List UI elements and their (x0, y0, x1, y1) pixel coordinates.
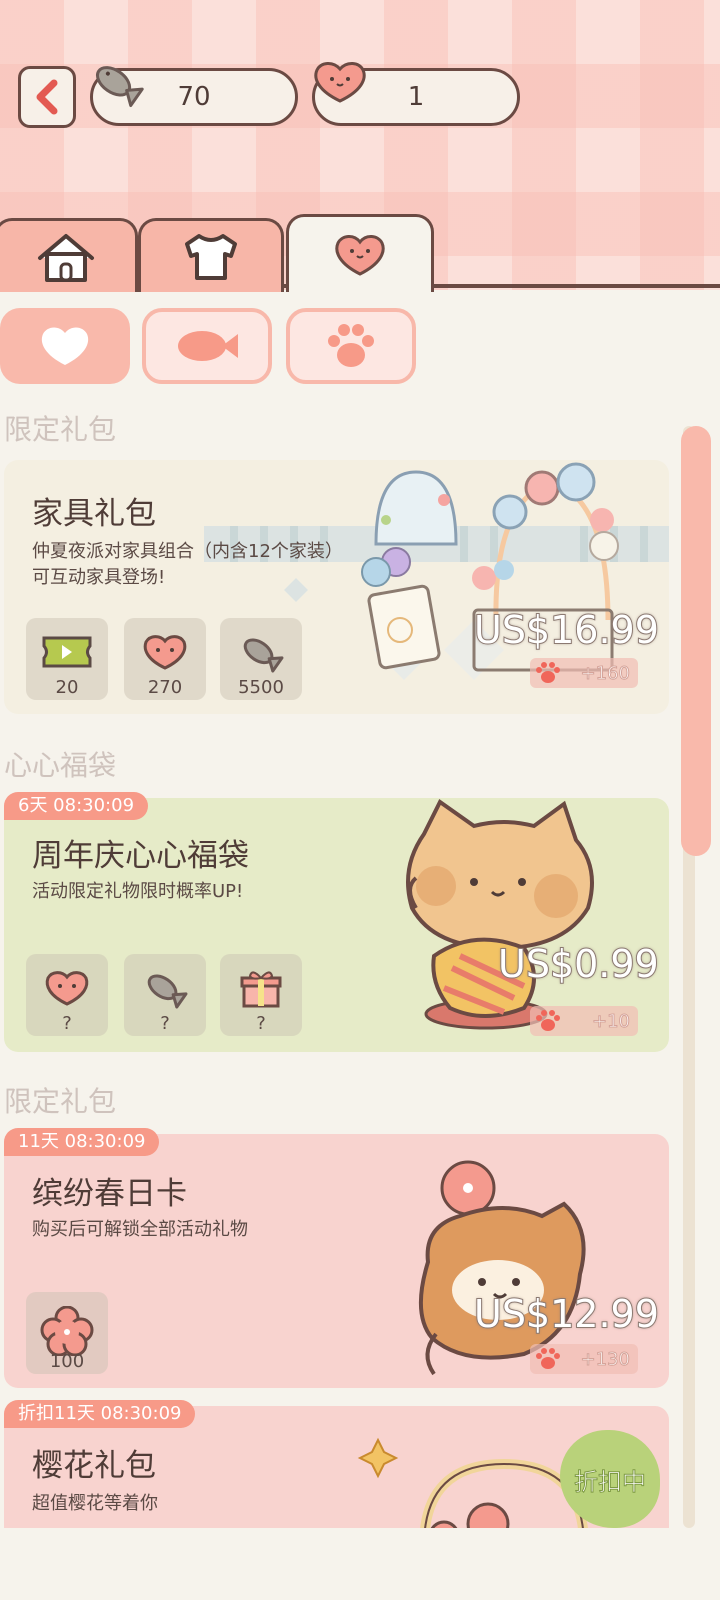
shirt-icon (185, 233, 237, 280)
ticket-icon (42, 636, 92, 668)
card-title: 缤纷春日卡 (32, 1176, 187, 1212)
reward-qty: 20 (55, 677, 79, 698)
reward-hearts: ? (26, 954, 108, 1036)
section-label-heart-bag: 心心福袋 (4, 749, 117, 782)
reward-fish: 5500 (220, 618, 302, 700)
home-icon (38, 233, 94, 282)
reward-fish: ? (124, 954, 206, 1036)
card-desc-line1: 超值樱花等着你 (32, 1493, 158, 1514)
price-label: US$16.99 (473, 607, 660, 653)
furniture-pack-card[interactable]: 家具礼包 仲夏夜派对家具组合（内含12个家装） 可互动家具登场! 20 270 … (4, 460, 669, 714)
bottom-safe-area (0, 1528, 720, 1600)
card-title: 周年庆心心福袋 (32, 838, 249, 874)
tab-clothes[interactable] (138, 218, 284, 292)
reward-qty: ? (256, 1013, 266, 1034)
countdown-timer: 11天 08:30:09 (4, 1128, 160, 1156)
price-label: US$0.99 (497, 941, 660, 987)
card-title: 家具礼包 (32, 496, 156, 532)
reward-qty: ? (62, 1013, 72, 1034)
reward-gift: ? (220, 954, 302, 1036)
fish-icon (96, 66, 144, 108)
filter-hearts[interactable] (0, 308, 130, 384)
bonus-value: +10 (592, 1010, 631, 1032)
chevron-left-icon (36, 79, 58, 115)
filter-paw[interactable] (286, 308, 416, 384)
card-desc-line1: 活动限定礼物限时概率UP! (32, 881, 244, 902)
card-title: 樱花礼包 (32, 1448, 156, 1484)
countdown-timer: 折扣11天 08:30:09 (4, 1400, 196, 1428)
flower-icon (40, 1306, 94, 1356)
heart-icon (314, 62, 366, 103)
reward-qty: 100 (49, 1351, 85, 1372)
active-tab-gap (289, 284, 431, 288)
spring-card[interactable]: 缤纷春日卡 购买后可解锁全部活动礼物 100 US$12.99 +130 (4, 1134, 669, 1388)
bonus-value: +160 (580, 662, 630, 684)
card-desc-line2: 可互动家具登场! (32, 567, 166, 588)
bonus-points: +10 (530, 1006, 638, 1036)
heart-icon (45, 971, 89, 1006)
paw-icon (536, 1348, 560, 1369)
card-desc-line1: 购买后可解锁全部活动礼物 (32, 1219, 248, 1240)
main-tabs (0, 214, 720, 292)
card-desc-line1: 仲夏夜派对家具组合（内含12个家装） (32, 541, 343, 562)
heart-icon (41, 327, 89, 365)
heart-currency[interactable]: 1 (312, 62, 520, 126)
price-label: US$12.99 (473, 1291, 660, 1337)
section-label-limited: 限定礼包 (4, 413, 117, 446)
reward-qty: 5500 (238, 677, 284, 698)
tab-home[interactable] (0, 218, 138, 292)
bonus-value: +130 (580, 1348, 630, 1370)
reward-hearts: 270 (124, 618, 206, 700)
fish-icon (147, 974, 188, 1009)
countdown-timer: 6天 08:30:09 (4, 792, 149, 820)
fish-icon (178, 331, 238, 361)
heart-bag-card[interactable]: 周年庆心心福袋 活动限定礼物限时概率UP! ? ? ? US$0.99 +10 (4, 798, 669, 1052)
heart-icon (335, 234, 385, 276)
bonus-points: +130 (530, 1344, 638, 1374)
paw-icon (328, 324, 374, 367)
filter-fish[interactable] (142, 308, 272, 384)
reward-qty: ? (160, 1013, 170, 1034)
reward-qty: 270 (147, 677, 183, 698)
section-label-limited-2: 限定礼包 (4, 1085, 117, 1118)
reward-flower: 100 (26, 1292, 108, 1374)
tab-gifts[interactable] (286, 214, 434, 292)
fish-icon (243, 638, 284, 673)
bonus-points: +160 (530, 658, 638, 688)
paw-icon (536, 1010, 560, 1031)
heart-count: 1 (407, 82, 425, 112)
back-button[interactable] (18, 66, 76, 128)
fish-currency[interactable]: 70 (90, 66, 298, 126)
paw-icon (536, 662, 560, 683)
reward-ticket: 20 (26, 618, 108, 700)
heart-icon (143, 635, 187, 670)
fish-count: 70 (177, 82, 211, 112)
scrollbar-thumb[interactable] (681, 426, 711, 856)
gift-icon (240, 971, 282, 1008)
